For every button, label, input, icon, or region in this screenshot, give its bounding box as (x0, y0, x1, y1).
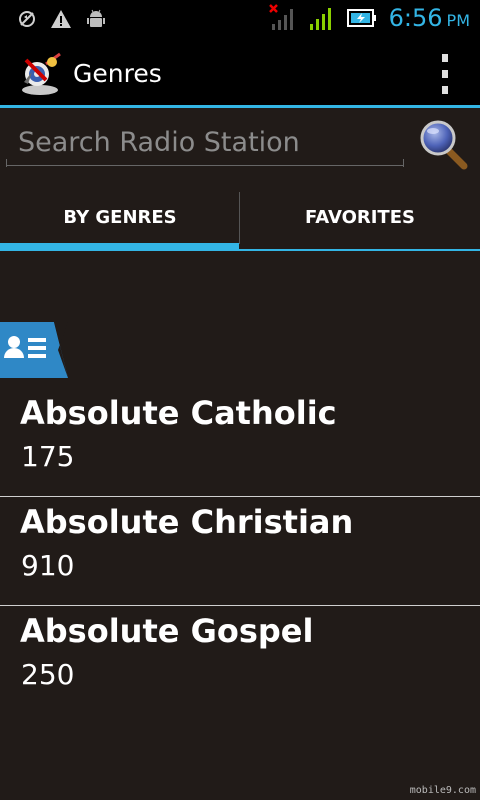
sync-disabled-icon (19, 11, 35, 27)
list-item[interactable]: Absolute Christian 910 (0, 497, 480, 606)
page-title: Genres (73, 59, 162, 88)
overflow-menu-icon[interactable] (436, 54, 454, 94)
search-icon[interactable] (418, 118, 470, 172)
genre-name: Absolute Gospel (20, 612, 314, 650)
tab-selected-indicator (0, 243, 239, 251)
station-count: 175 (21, 440, 75, 473)
genre-name: Absolute Catholic (20, 394, 337, 432)
list-item[interactable]: Absolute Gospel 250 (0, 606, 480, 715)
clock-time: 6:56 (388, 4, 443, 32)
genre-list: Absolute Catholic 175 Absolute Christian… (0, 388, 480, 715)
contact-list-icon[interactable] (0, 322, 68, 378)
clock-ampm: PM (446, 11, 470, 30)
search-field-container (6, 112, 406, 168)
notification-icons (18, 8, 106, 30)
app-logo-icon[interactable] (16, 50, 64, 98)
station-count: 910 (21, 549, 75, 582)
list-item[interactable]: Absolute Catholic 175 (0, 388, 480, 497)
tab-bar: BY GENRES FAVORITES (0, 182, 480, 252)
clock: 6:56 PM (389, 4, 470, 32)
status-bar: 6:56 PM (0, 0, 480, 38)
search-input[interactable] (6, 120, 404, 166)
tab-by-genres[interactable]: BY GENRES (0, 182, 240, 252)
action-bar: Genres (0, 38, 480, 108)
warning-icon (51, 10, 71, 28)
system-indicators: 6:56 PM (268, 4, 470, 32)
no-signal-icon (268, 4, 293, 30)
watermark: mobile9.com (409, 785, 476, 796)
signal-strength-icon (309, 8, 331, 30)
station-count: 250 (21, 658, 75, 691)
android-debug-icon (87, 9, 105, 27)
tab-favorites[interactable]: FAVORITES (240, 182, 480, 252)
battery-charging-icon (346, 9, 376, 27)
genre-name: Absolute Christian (20, 503, 354, 541)
